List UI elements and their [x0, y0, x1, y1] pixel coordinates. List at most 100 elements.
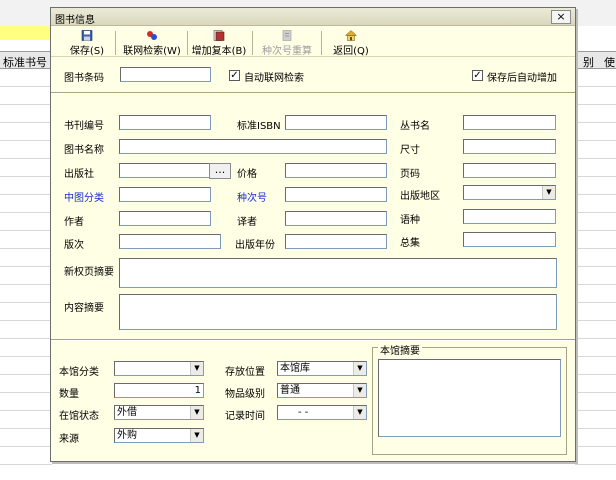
barcode-label: 图书条码: [64, 73, 104, 84]
dropdown-arrow-icon: ▼: [190, 362, 203, 375]
background-column-type[interactable]: 别: [583, 54, 594, 70]
copyright-abstract-label: 新权页摘要: [64, 267, 114, 278]
pages-input[interactable]: [463, 163, 556, 178]
add-copy-button[interactable]: 增加复本(B): [190, 30, 248, 57]
translator-input[interactable]: [285, 211, 387, 226]
barcode-input[interactable]: [120, 67, 211, 82]
save-icon: [81, 30, 93, 41]
status-label: 在馆状态: [59, 411, 99, 422]
book-title-input[interactable]: [119, 139, 387, 154]
dialog-toolbar: 保存(S) 联网检索(W) 增加复本(B) 种次号重算 返回(Q): [51, 27, 575, 57]
publisher-label: 出版社: [64, 169, 94, 180]
close-icon: ×: [556, 10, 566, 23]
dropdown-arrow-icon: ▼: [353, 406, 366, 419]
status-select[interactable]: 外借 ▼: [114, 405, 204, 420]
pub-year-input[interactable]: [285, 234, 387, 249]
edition-label: 版次: [64, 240, 84, 251]
pub-year-label: 出版年份: [235, 240, 275, 251]
library-class-label: 本馆分类: [59, 367, 99, 378]
dropdown-arrow-icon: ▼: [353, 384, 366, 397]
background-grid-left: [0, 69, 52, 480]
back-button[interactable]: 返回(Q): [331, 30, 371, 57]
dialog-title: 图书信息: [55, 15, 95, 26]
book-info-dialog: 图书信息 × 保存(S) 联网检索(W) 增加复本(B) 种次号重算 返回(Q)…: [50, 7, 576, 462]
content-abstract-textarea[interactable]: [119, 294, 557, 330]
section-divider: [51, 92, 575, 94]
clc-class-link[interactable]: 中图分类: [64, 189, 104, 204]
library-abstract-label: 本馆摘要: [378, 342, 422, 357]
auto-online-search-label: 自动联网检索: [244, 73, 304, 84]
online-search-icon: [147, 31, 157, 40]
pub-place-label: 出版地区: [400, 191, 440, 202]
online-search-button[interactable]: 联网检索(W): [121, 30, 183, 57]
dropdown-arrow-icon: ▼: [542, 186, 555, 199]
isbn-input[interactable]: [285, 115, 387, 130]
auto-online-search-checkbox[interactable]: ✓: [229, 70, 240, 81]
isbn-label: 标准ISBN: [237, 121, 281, 132]
quantity-label: 数量: [59, 389, 79, 400]
status-value: 外借: [117, 407, 137, 418]
background-highlight-strip: [0, 26, 52, 40]
checkbox-check-icon: ✓: [473, 70, 482, 81]
save-label: 保存(S): [69, 46, 105, 57]
section-divider: [51, 339, 575, 341]
dropdown-arrow-icon: ▼: [353, 362, 366, 375]
publisher-lookup-button[interactable]: ...: [209, 163, 231, 179]
level-value: 普通: [280, 385, 300, 396]
pub-place-select[interactable]: ▼: [463, 185, 556, 200]
seq-no-link[interactable]: 种次号: [237, 189, 267, 204]
collection-label: 总集: [400, 238, 420, 249]
record-time-label: 记录时间: [225, 411, 265, 422]
toolbar-separator: [115, 31, 116, 55]
online-search-label: 联网检索(W): [123, 46, 181, 57]
series-title-label: 丛书名: [400, 121, 430, 132]
source-select[interactable]: 外购 ▼: [114, 428, 204, 443]
recalc-call-number-button[interactable]: 种次号重算: [259, 30, 315, 57]
background-column-use[interactable]: 使: [604, 54, 615, 70]
pages-label: 页码: [400, 169, 420, 180]
publisher-input[interactable]: [119, 163, 211, 178]
location-value: 本馆库: [280, 363, 310, 374]
toolbar-separator: [187, 31, 188, 55]
dropdown-arrow-icon: ▼: [190, 429, 203, 442]
dialog-titlebar[interactable]: 图书信息 ×: [51, 8, 575, 26]
author-input[interactable]: [119, 211, 211, 226]
journal-no-label: 书刊编号: [64, 121, 104, 132]
quantity-input[interactable]: 1: [114, 383, 204, 398]
journal-no-input[interactable]: [119, 115, 211, 130]
record-time-picker[interactable]: - - ▼: [277, 405, 367, 420]
book-title-label: 图书名称: [64, 145, 104, 156]
size-input[interactable]: [463, 139, 556, 154]
toolbar-separator: [252, 31, 253, 55]
back-home-icon: [345, 30, 357, 41]
location-select[interactable]: 本馆库 ▼: [277, 361, 367, 376]
size-label: 尺寸: [400, 145, 420, 156]
edition-input[interactable]: [119, 234, 221, 249]
copyright-abstract-textarea[interactable]: [119, 258, 557, 288]
background-column-isbn[interactable]: 标准书号: [3, 54, 47, 70]
price-input[interactable]: [285, 163, 387, 178]
checkbox-check-icon: ✓: [230, 70, 239, 81]
auto-increment-checkbox[interactable]: ✓: [472, 70, 483, 81]
back-label: 返回(Q): [333, 46, 369, 57]
add-copy-icon: [213, 30, 225, 41]
record-time-value: - -: [298, 407, 309, 418]
location-label: 存放位置: [225, 367, 265, 378]
clc-class-input[interactable]: [119, 187, 211, 202]
author-label: 作者: [64, 217, 84, 228]
language-label: 语种: [400, 215, 420, 226]
save-button[interactable]: 保存(S): [65, 30, 109, 57]
library-abstract-textarea[interactable]: [378, 359, 561, 437]
translator-label: 译者: [237, 217, 257, 228]
collection-input[interactable]: [463, 232, 556, 247]
dropdown-arrow-icon: ▼: [190, 406, 203, 419]
price-label: 价格: [237, 169, 257, 180]
close-button[interactable]: ×: [551, 10, 571, 24]
source-value: 外购: [117, 430, 137, 441]
level-label: 物品级别: [225, 389, 265, 400]
auto-increment-label: 保存后自动增加: [487, 73, 557, 84]
language-input[interactable]: [463, 209, 556, 224]
level-select[interactable]: 普通 ▼: [277, 383, 367, 398]
series-title-input[interactable]: [463, 115, 556, 130]
seq-no-input[interactable]: [285, 187, 387, 202]
